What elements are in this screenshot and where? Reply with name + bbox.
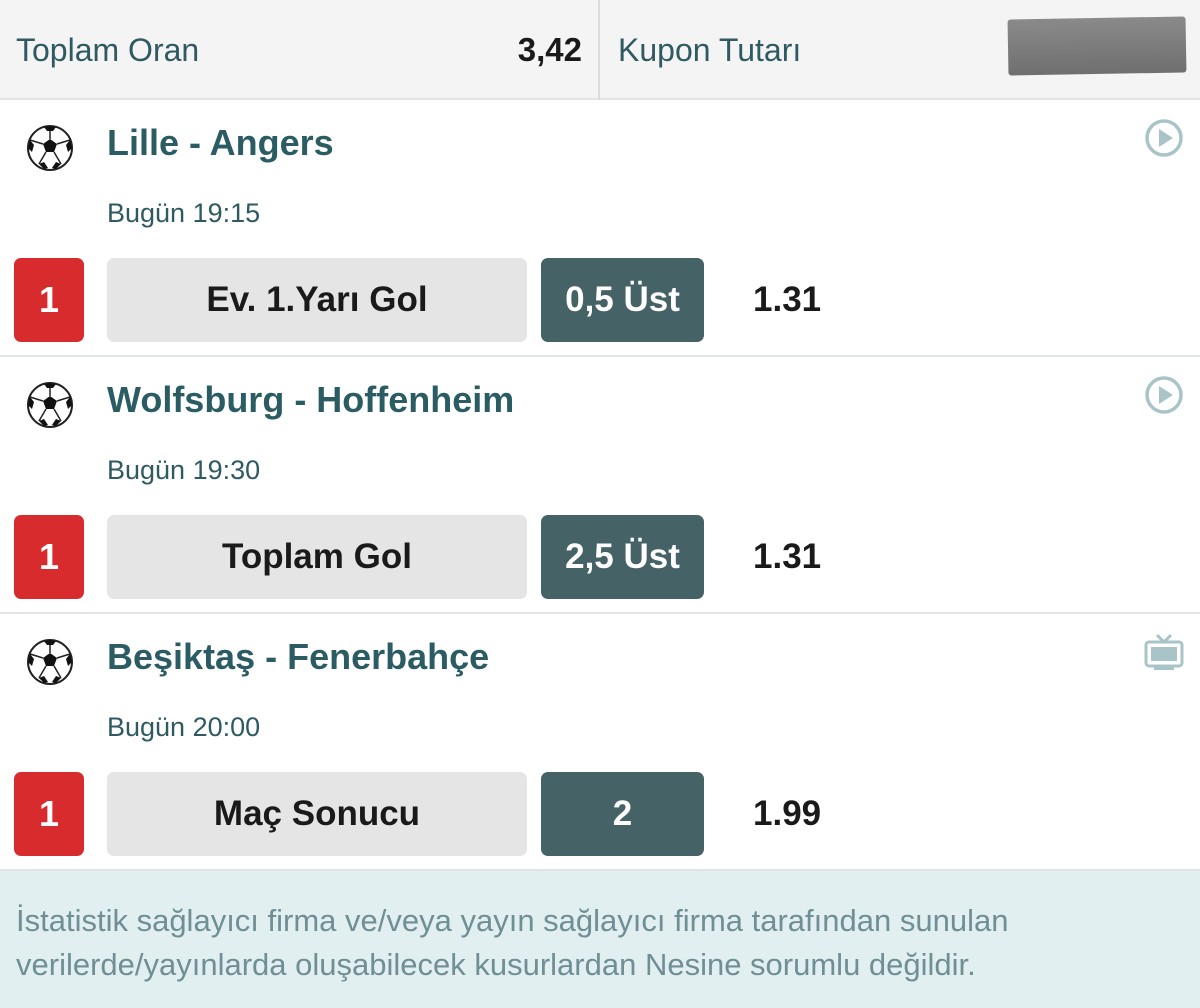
match-card: Beşiktaş - Fenerbahçe Bugün 20:00 1 Maç … — [0, 614, 1200, 871]
disclaimer-text: İstatistik sağlayıcı firma ve/veya yayın… — [0, 871, 1200, 1008]
market-type: Ev. 1.Yarı Gol — [107, 258, 527, 342]
match-title[interactable]: Lille - Angers — [107, 122, 334, 164]
total-odds-value: 3,42 — [517, 31, 582, 68]
selection-button[interactable]: 2,5 Üst — [541, 515, 704, 599]
selection-button[interactable]: 2 — [541, 772, 704, 856]
play-circle-icon[interactable] — [1144, 375, 1184, 415]
coupon-summary-bar: Toplam Oran 3,42 Kupon Tutarı — [0, 0, 1200, 100]
match-time: Bugün 20:00 — [107, 712, 261, 742]
pick-badge: 1 — [14, 772, 84, 856]
market-type: Maç Sonucu — [107, 772, 527, 856]
match-title[interactable]: Beşiktaş - Fenerbahçe — [107, 636, 489, 678]
match-card: Lille - Angers Bugün 19:15 1 Ev. 1.Yarı … — [0, 100, 1200, 357]
pick-badge: 1 — [14, 515, 84, 599]
total-odds-label: Toplam Oran — [16, 31, 200, 68]
tv-icon[interactable] — [1144, 632, 1184, 672]
soccer-ball-icon — [27, 382, 73, 428]
match-time: Bugün 19:15 — [107, 198, 261, 228]
odds-value: 1.31 — [753, 280, 822, 319]
odds-value: 1.99 — [753, 794, 822, 833]
total-odds-cell: Toplam Oran 3,42 — [0, 0, 600, 100]
pick-badge: 1 — [14, 258, 84, 342]
coupon-amount-label: Kupon Tutarı — [618, 31, 802, 68]
play-circle-icon[interactable] — [1144, 118, 1184, 158]
odds-value: 1.31 — [753, 537, 822, 576]
coupon-amount-cell: Kupon Tutarı — [602, 0, 1200, 100]
match-card: Wolfsburg - Hoffenheim Bugün 19:30 1 Top… — [0, 357, 1200, 614]
soccer-ball-icon — [27, 639, 73, 685]
match-time: Bugün 19:30 — [107, 455, 261, 485]
soccer-ball-icon — [27, 125, 73, 171]
selection-button[interactable]: 0,5 Üst — [541, 258, 704, 342]
match-title[interactable]: Wolfsburg - Hoffenheim — [107, 379, 514, 421]
coupon-amount-redacted — [1007, 16, 1187, 76]
market-type: Toplam Gol — [107, 515, 527, 599]
